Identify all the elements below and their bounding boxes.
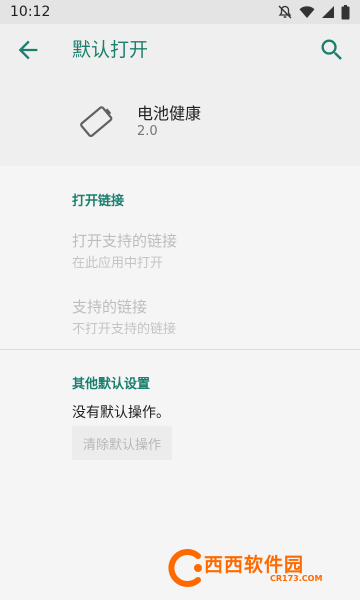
signal-icon (322, 6, 334, 18)
section-title-defaults: 其他默认设置 (72, 377, 151, 392)
app-name: 电池健康 (137, 104, 202, 123)
pref-summary: 在此应用中打开 (72, 256, 164, 271)
watermark-brand: 西西软件园 (204, 554, 305, 576)
clear-defaults-button[interactable]: 清除默认操作 (72, 426, 172, 460)
divider (0, 349, 360, 350)
app-version: 2.0 (137, 124, 158, 139)
battery-icon (341, 4, 350, 19)
dnd-off-icon (278, 5, 292, 19)
watermark-logo (168, 549, 202, 587)
pref-summary: 不打开支持的链接 (72, 322, 177, 337)
pref-title: 支持的链接 (72, 298, 148, 316)
no-defaults-message: 没有默认操作。 (72, 405, 170, 421)
search-button[interactable] (318, 36, 346, 64)
arrow-back-icon (18, 40, 38, 60)
content: 打开链接 打开支持的链接 在此应用中打开 支持的链接 不打开支持的链接 其他默认… (0, 166, 360, 600)
wifi-icon (299, 6, 315, 18)
watermark-url: CR173.COM (270, 574, 323, 583)
app-header: 电池健康 2.0 (0, 76, 360, 166)
battery-outline-icon (80, 106, 113, 138)
status-bar: 10:12 (0, 0, 360, 24)
back-button[interactable] (14, 36, 42, 64)
status-icons (277, 4, 350, 20)
pref-title: 打开支持的链接 (72, 232, 178, 250)
app-bar: 默认打开 (0, 24, 360, 76)
search-icon (321, 39, 342, 60)
watermark: 西西软件园 CR173.COM (168, 546, 346, 590)
app-icon (76, 100, 118, 142)
page-title: 默认打开 (72, 39, 149, 61)
status-time: 10:12 (10, 4, 51, 20)
section-title-open-links: 打开链接 (72, 194, 125, 209)
